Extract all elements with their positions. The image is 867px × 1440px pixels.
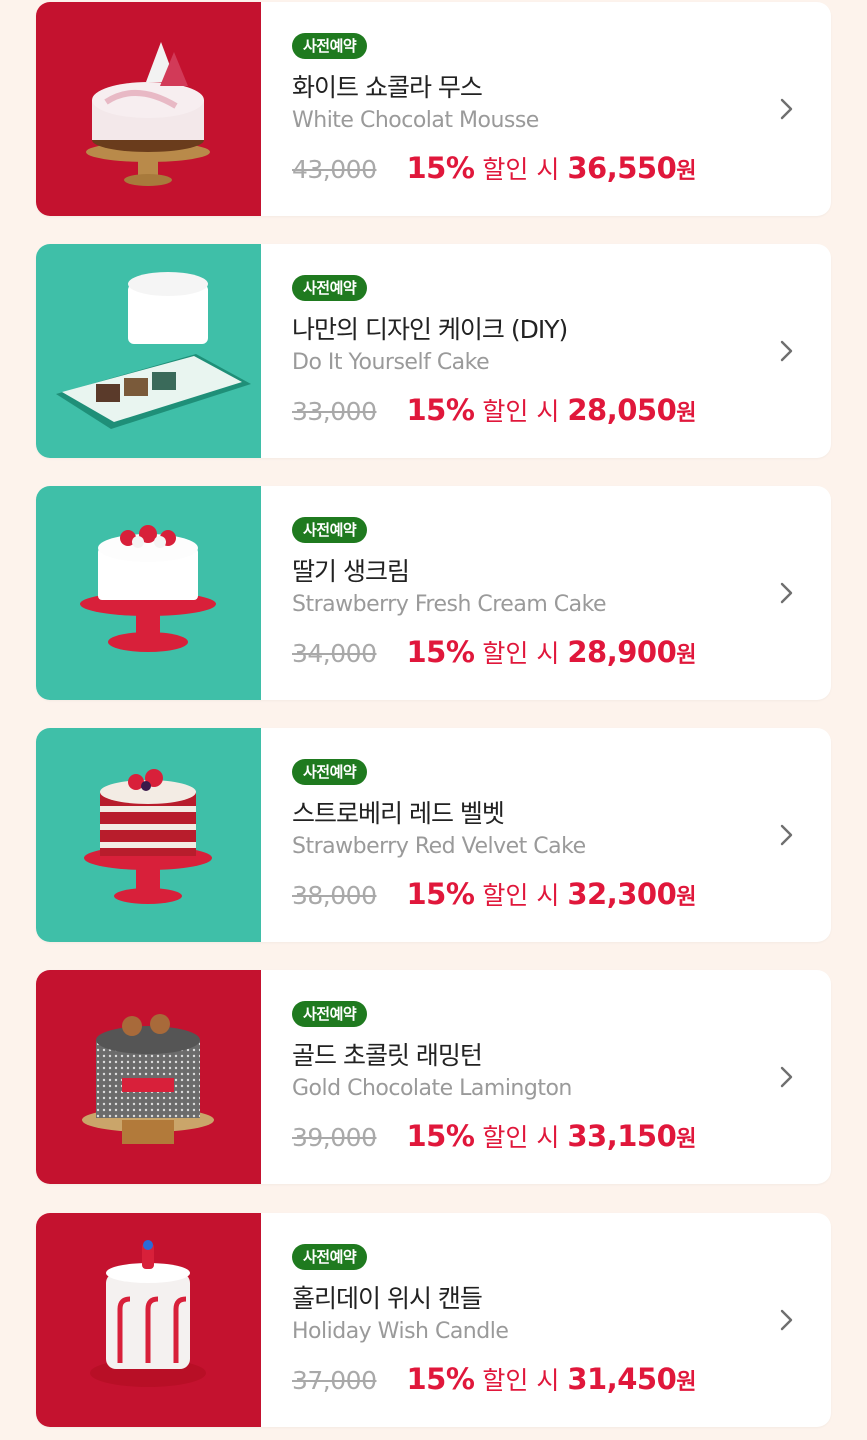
product-name-ko: 골드 초콜릿 래밍턴 <box>292 1041 483 1070</box>
discount-percent: 15% <box>406 877 475 911</box>
original-price: 38,000 <box>292 881 377 910</box>
product-card[interactable]: 사전예약화이트 쇼콜라 무스 White Chocolat Mousse 43,00… <box>36 2 831 216</box>
sale-price: 32,300 <box>567 877 677 911</box>
chevron-right-icon[interactable] <box>775 1064 797 1090</box>
product-card[interactable]: 사전예약홀리데이 위시 캔들 Holiday Wish Candle 37,000 1… <box>36 1213 831 1427</box>
original-price: 39,000 <box>292 1123 377 1152</box>
product-name-en: Strawberry Fresh Cream Cake <box>292 592 607 617</box>
preorder-badge: 사전예약 <box>292 275 368 301</box>
product-image[interactable] <box>36 728 261 942</box>
discount-percent: 15% <box>406 151 475 185</box>
product-image[interactable] <box>36 970 261 1184</box>
product-name-en: Strawberry Red Velvet Cake <box>292 834 586 859</box>
price-row: 34,000 15% 할인 시 28,900 원 <box>292 634 697 670</box>
preorder-badge: 사전예약 <box>292 759 368 785</box>
currency-unit: 원 <box>676 643 697 668</box>
product-info: 사전예약홀리데이 위시 캔들 Holiday Wish Candle 37,000 1… <box>292 1213 771 1427</box>
product-name-en: Holiday Wish Candle <box>292 1319 509 1344</box>
discount-label: 할인 시 <box>482 1366 560 1395</box>
product-info: 사전예약나만의 디자인 케이크 (DIY) Do It Yourself Cake… <box>292 244 771 458</box>
discount-label: 할인 시 <box>482 155 560 184</box>
original-price: 33,000 <box>292 397 377 426</box>
chevron-right-icon[interactable] <box>775 338 797 364</box>
discount-label: 할인 시 <box>482 1123 560 1152</box>
preorder-badge: 사전예약 <box>292 33 368 59</box>
product-info: 사전예약화이트 쇼콜라 무스 White Chocolat Mousse 43,00… <box>292 2 771 216</box>
chevron-right-icon[interactable] <box>775 96 797 122</box>
chevron-right-icon[interactable] <box>775 822 797 848</box>
price-row: 39,000 15% 할인 시 33,150 원 <box>292 1118 697 1154</box>
chevron-right-icon[interactable] <box>775 1307 797 1333</box>
product-name-ko: 화이트 쇼콜라 무스 <box>292 73 483 102</box>
product-image[interactable] <box>36 2 261 216</box>
sale-price: 31,450 <box>567 1362 677 1396</box>
price-row: 33,000 15% 할인 시 28,050 원 <box>292 392 697 428</box>
preorder-badge: 사전예약 <box>292 1244 368 1270</box>
sale-price: 28,050 <box>567 393 677 427</box>
product-card[interactable]: 사전예약딸기 생크림 Strawberry Fresh Cream Cake 34,… <box>36 486 831 700</box>
preorder-badge: 사전예약 <box>292 1001 368 1027</box>
sale-price: 36,550 <box>567 151 677 185</box>
product-name-en: Gold Chocolate Lamington <box>292 1076 572 1101</box>
product-image[interactable] <box>36 486 261 700</box>
discount-percent: 15% <box>406 393 475 427</box>
product-name-ko: 홀리데이 위시 캔들 <box>292 1284 483 1313</box>
currency-unit: 원 <box>676 885 697 910</box>
sale-price: 33,150 <box>567 1119 677 1153</box>
discount-percent: 15% <box>406 1362 475 1396</box>
original-price: 43,000 <box>292 155 377 184</box>
discount-percent: 15% <box>406 1119 475 1153</box>
product-image[interactable] <box>36 244 261 458</box>
currency-unit: 원 <box>676 159 697 184</box>
price-row: 43,000 15% 할인 시 36,550 원 <box>292 150 697 186</box>
product-name-en: Do It Yourself Cake <box>292 350 490 375</box>
currency-unit: 원 <box>676 1127 697 1152</box>
discount-label: 할인 시 <box>482 881 560 910</box>
original-price: 37,000 <box>292 1366 377 1395</box>
preorder-badge: 사전예약 <box>292 517 368 543</box>
chevron-right-icon[interactable] <box>775 580 797 606</box>
currency-unit: 원 <box>676 401 697 426</box>
price-row: 38,000 15% 할인 시 32,300 원 <box>292 876 697 912</box>
product-info: 사전예약골드 초콜릿 래밍턴 Gold Chocolate Lamington 39… <box>292 970 771 1184</box>
product-name-ko: 나만의 디자인 케이크 (DIY) <box>292 315 568 344</box>
product-name-en: White Chocolat Mousse <box>292 108 539 133</box>
product-card[interactable]: 사전예약나만의 디자인 케이크 (DIY) Do It Yourself Cake… <box>36 244 831 458</box>
discount-label: 할인 시 <box>482 397 560 426</box>
product-info: 사전예약스트로베리 레드 벨벳 Strawberry Red Velvet Cak… <box>292 728 771 942</box>
product-image[interactable] <box>36 1213 261 1427</box>
discount-label: 할인 시 <box>482 639 560 668</box>
product-info: 사전예약딸기 생크림 Strawberry Fresh Cream Cake 34,… <box>292 486 771 700</box>
product-card[interactable]: 사전예약골드 초콜릿 래밍턴 Gold Chocolate Lamington 39… <box>36 970 831 1184</box>
price-row: 37,000 15% 할인 시 31,450 원 <box>292 1361 697 1397</box>
currency-unit: 원 <box>676 1370 697 1395</box>
product-card[interactable]: 사전예약스트로베리 레드 벨벳 Strawberry Red Velvet Cak… <box>36 728 831 942</box>
sale-price: 28,900 <box>567 635 677 669</box>
discount-percent: 15% <box>406 635 475 669</box>
original-price: 34,000 <box>292 639 377 668</box>
product-name-ko: 딸기 생크림 <box>292 557 410 586</box>
product-name-ko: 스트로베리 레드 벨벳 <box>292 799 505 828</box>
